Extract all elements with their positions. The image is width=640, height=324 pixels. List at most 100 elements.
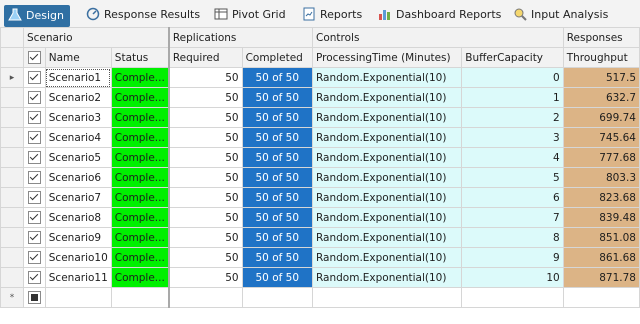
- scenario-checkbox[interactable]: [27, 131, 41, 144]
- cell-throughput[interactable]: 823.68: [562, 187, 640, 208]
- scenario-checkbox[interactable]: [27, 111, 41, 124]
- cell-status[interactable]: Comple...: [110, 247, 170, 268]
- cell-completed[interactable]: 50 of 50: [241, 107, 313, 128]
- cell-buffer-capacity[interactable]: 3: [461, 127, 564, 148]
- cell-status[interactable]: Comple...: [110, 127, 170, 148]
- table-row[interactable]: Scenario2 Comple... 50 50 of 50 Random.Expon…: [0, 87, 640, 108]
- table-row[interactable]: ▸ Scenario1 Comple... 50 50 of 50 Random.Expo…: [0, 67, 640, 88]
- header-select-all[interactable]: [22, 47, 46, 68]
- table-row[interactable]: Scenario11 Comple... 50 50 of 50 Random.Expo…: [0, 267, 640, 288]
- table-row[interactable]: Scenario7 Comple... 50 50 of 50 Random.Expon…: [0, 187, 640, 208]
- table-row[interactable]: Scenario3 Comple... 50 50 of 50 Random.Expon…: [0, 107, 640, 128]
- cell-completed[interactable]: 50 of 50: [241, 127, 313, 148]
- cell-processing-time[interactable]: Random.Exponential(10): [311, 87, 463, 108]
- scenario-checkbox[interactable]: [27, 151, 41, 164]
- cell-required[interactable]: 50: [167, 247, 243, 268]
- table-row[interactable]: Scenario10 Comple... 50 50 of 50 Random.Expo…: [0, 247, 640, 268]
- table-row[interactable]: Scenario6 Comple... 50 50 of 50 Random.Expon…: [0, 167, 640, 188]
- scenario-checkbox[interactable]: [27, 171, 41, 184]
- new-row-cell[interactable]: [44, 287, 112, 308]
- cell-required[interactable]: 50: [167, 147, 243, 168]
- cell-completed[interactable]: 50 of 50: [241, 247, 313, 268]
- header-name[interactable]: Name: [44, 47, 112, 68]
- cell-throughput[interactable]: 839.48: [562, 207, 640, 228]
- scenario-checkbox[interactable]: [27, 251, 41, 264]
- cell-status[interactable]: Comple...: [110, 107, 170, 128]
- table-row[interactable]: Scenario8 Comple... 50 50 of 50 Random.Expon…: [0, 207, 640, 228]
- cell-completed[interactable]: 50 of 50: [241, 207, 313, 228]
- cell-name[interactable]: Scenario7: [44, 187, 112, 208]
- cell-completed[interactable]: 50 of 50: [241, 267, 313, 288]
- cell-processing-time[interactable]: Random.Exponential(10): [311, 227, 463, 248]
- cell-buffer-capacity[interactable]: 4: [461, 147, 564, 168]
- row-checkbox-cell[interactable]: [22, 167, 46, 188]
- header-status[interactable]: Status: [110, 47, 170, 68]
- cell-processing-time[interactable]: Random.Exponential(10): [311, 187, 463, 208]
- scenario-checkbox[interactable]: [27, 231, 41, 244]
- new-row-cell[interactable]: [241, 287, 313, 308]
- scenario-checkbox[interactable]: [27, 91, 41, 104]
- new-row-cell[interactable]: [311, 287, 463, 308]
- cell-processing-time[interactable]: Random.Exponential(10): [311, 267, 463, 288]
- cell-buffer-capacity[interactable]: 8: [461, 227, 564, 248]
- table-row[interactable]: Scenario9 Comple... 50 50 of 50 Random.Expon…: [0, 227, 640, 248]
- cell-processing-time[interactable]: Random.Exponential(10): [311, 247, 463, 268]
- cell-processing-time[interactable]: Random.Exponential(10): [311, 207, 463, 228]
- cell-completed[interactable]: 50 of 50: [241, 147, 313, 168]
- cell-buffer-capacity[interactable]: 0: [461, 67, 564, 88]
- cell-buffer-capacity[interactable]: 6: [461, 187, 564, 208]
- cell-processing-time[interactable]: Random.Exponential(10): [311, 107, 463, 128]
- row-checkbox-cell[interactable]: [22, 267, 46, 288]
- cell-status[interactable]: Comple...: [110, 87, 170, 108]
- tab-response-results[interactable]: Response Results: [86, 4, 200, 26]
- cell-required[interactable]: 50: [167, 167, 243, 188]
- cell-buffer-capacity[interactable]: 5: [461, 167, 564, 188]
- header-buffer-capacity[interactable]: BufferCapacity: [461, 47, 564, 68]
- table-row[interactable]: Scenario4 Comple... 50 50 of 50 Random.Expon…: [0, 127, 640, 148]
- tab-design[interactable]: Design: [4, 5, 70, 27]
- cell-required[interactable]: 50: [167, 67, 243, 88]
- cell-name[interactable]: Scenario3: [44, 107, 112, 128]
- new-row[interactable]: *: [0, 287, 640, 308]
- cell-throughput[interactable]: 632.7: [562, 87, 640, 108]
- scenario-checkbox[interactable]: [27, 271, 41, 284]
- cell-name[interactable]: Scenario2: [44, 87, 112, 108]
- scenario-checkbox[interactable]: [27, 191, 41, 204]
- cell-required[interactable]: 50: [167, 207, 243, 228]
- tab-dashboard-reports[interactable]: Dashboard Reports: [378, 4, 501, 26]
- header-required[interactable]: Required: [167, 47, 243, 68]
- select-all-checkbox[interactable]: [27, 51, 41, 64]
- cell-name[interactable]: Scenario4: [44, 127, 112, 148]
- cell-name[interactable]: Scenario5: [44, 147, 112, 168]
- tab-pivot-grid[interactable]: Pivot Grid: [214, 4, 286, 26]
- cell-completed[interactable]: 50 of 50: [241, 187, 313, 208]
- cell-buffer-capacity[interactable]: 7: [461, 207, 564, 228]
- cell-status[interactable]: Comple...: [110, 167, 170, 188]
- cell-name[interactable]: Scenario6: [44, 167, 112, 188]
- cell-completed[interactable]: 50 of 50: [241, 227, 313, 248]
- cell-throughput[interactable]: 777.68: [562, 147, 640, 168]
- row-checkbox-cell[interactable]: [22, 247, 46, 268]
- cell-required[interactable]: 50: [167, 107, 243, 128]
- cell-buffer-capacity[interactable]: 10: [461, 267, 564, 288]
- cell-processing-time[interactable]: Random.Exponential(10): [311, 147, 463, 168]
- header-completed[interactable]: Completed: [241, 47, 313, 68]
- cell-buffer-capacity[interactable]: 2: [461, 107, 564, 128]
- cell-completed[interactable]: 50 of 50: [241, 87, 313, 108]
- row-checkbox-cell[interactable]: [22, 127, 46, 148]
- new-row-checkbox[interactable]: [27, 291, 41, 304]
- new-row-checkbox-cell[interactable]: [22, 287, 46, 308]
- cell-required[interactable]: 50: [167, 267, 243, 288]
- cell-required[interactable]: 50: [167, 187, 243, 208]
- row-checkbox-cell[interactable]: [22, 107, 46, 128]
- new-row-cell[interactable]: [167, 287, 243, 308]
- cell-throughput[interactable]: 851.08: [562, 227, 640, 248]
- cell-throughput[interactable]: 517.5: [562, 67, 640, 88]
- cell-name[interactable]: Scenario8: [44, 207, 112, 228]
- cell-required[interactable]: 50: [167, 227, 243, 248]
- scenario-checkbox[interactable]: [27, 211, 41, 224]
- cell-status[interactable]: Comple...: [110, 267, 170, 288]
- cell-status[interactable]: Comple...: [110, 227, 170, 248]
- cell-name[interactable]: Scenario1: [44, 67, 112, 88]
- row-checkbox-cell[interactable]: [22, 227, 46, 248]
